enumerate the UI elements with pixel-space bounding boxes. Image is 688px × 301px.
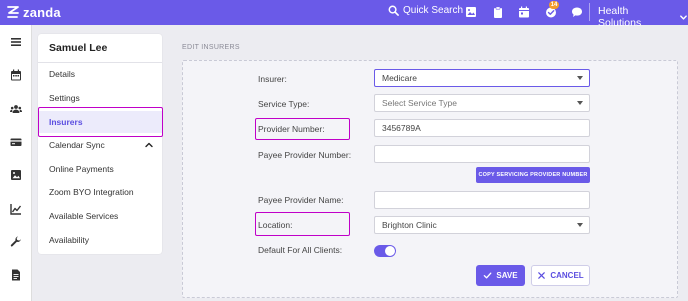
brand-logo[interactable]: zanda [6,4,61,20]
section-title: EDIT INSURERS [182,44,240,51]
caret-down-icon [577,223,583,227]
clipboard-icon[interactable] [492,6,504,18]
close-icon [538,272,546,279]
menu-item-details[interactable]: Details [38,63,162,85]
insurer-select[interactable]: Medicare [374,69,590,87]
billing-card-icon[interactable] [10,136,22,148]
menu-item-calendar-sync-label: Calendar Sync [49,140,105,150]
menu-item-availability[interactable]: Availability [38,229,162,251]
notification-badge: 14 [549,1,559,9]
location-select[interactable]: Brighton Clinic [374,216,590,234]
chevron-down-icon [680,14,687,20]
payee-provider-number-input[interactable] [374,145,590,163]
menu-item-zoom-byo-integration[interactable]: Zoom BYO Integration [38,181,162,203]
service-type-label: Service Type: [258,99,310,109]
zanda-logo-icon [7,6,19,18]
chevron-up-icon [145,142,153,148]
insurer-select-value: Medicare [382,73,417,83]
default-for-all-clients-label: Default For All Clients: [258,245,343,255]
provider-number-input[interactable]: 3456789A [374,119,590,137]
save-button[interactable]: SAVE [476,265,525,286]
settings-wrench-icon[interactable] [10,236,22,248]
reports-image-icon[interactable] [10,169,22,181]
search-icon [388,5,399,16]
hamburger-menu-icon[interactable] [10,36,22,48]
location-select-value: Brighton Clinic [382,220,437,230]
calendar-nav-icon[interactable] [10,69,22,81]
insurer-label: Insurer: [258,74,287,84]
calendar-icon[interactable] [518,6,530,18]
payee-provider-name-label: Payee Provider Name: [258,195,344,205]
menu-item-available-services[interactable]: Available Services [38,205,162,227]
practitioner-name: Samuel Lee [49,42,108,54]
brand-name: zanda [23,4,61,20]
default-for-all-clients-toggle[interactable] [374,245,396,257]
left-nav-rail [0,25,32,301]
copy-servicing-provider-number-button[interactable]: COPY SERVICING PROVIDER NUMBER [476,167,590,183]
organization-switcher[interactable]: Health Solutions [598,5,688,29]
top-bar: zanda Quick Search 14 Health Solutions [0,0,688,29]
quick-search-button[interactable]: Quick Search [388,5,463,16]
topbar-divider [589,3,590,21]
checkmark-icon [484,272,492,279]
practitioner-settings-panel: Samuel Lee Details Settings Insurers Cal… [38,34,162,254]
organization-name: Health Solutions [598,5,642,29]
cancel-button-label: CANCEL [550,271,584,280]
quick-search-label: Quick Search [403,5,464,16]
save-button-label: SAVE [496,271,518,280]
toggle-knob [385,246,395,256]
chat-icon[interactable] [571,6,583,18]
clients-users-icon[interactable] [10,103,22,115]
document-icon[interactable] [10,269,22,281]
payee-provider-name-input[interactable] [374,191,590,209]
image-icon[interactable] [465,6,477,18]
analytics-chart-icon[interactable] [10,203,22,215]
caret-down-icon [577,101,583,105]
caret-down-icon [577,76,583,80]
cancel-button[interactable]: CANCEL [531,265,590,286]
service-type-select[interactable]: Select Service Type [374,94,590,112]
payee-provider-number-label: Payee Provider Number: [258,150,352,160]
menu-item-calendar-sync[interactable]: Calendar Sync [38,134,162,156]
location-label: Location: [258,220,293,230]
service-type-placeholder: Select Service Type [382,98,457,108]
provider-number-label: Provider Number: [258,124,325,134]
menu-item-settings[interactable]: Settings [38,87,162,109]
menu-item-online-payments[interactable]: Online Payments [38,158,162,180]
menu-item-insurers[interactable]: Insurers [38,111,162,133]
